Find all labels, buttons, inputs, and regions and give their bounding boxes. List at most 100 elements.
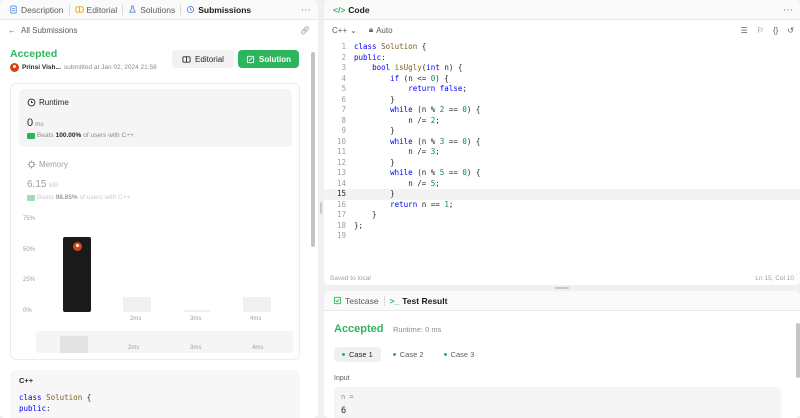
- code-line[interactable]: 13 while (n % 5 == 0) {: [324, 168, 800, 179]
- editor-actions: ☰ ⚐ {} ↺: [741, 20, 794, 40]
- code-line-text: }: [354, 126, 395, 135]
- code-footer: Saved to local Ln 15, Col 10: [324, 271, 800, 285]
- line-number: 7: [341, 105, 346, 114]
- input-var-value[interactable]: 6: [341, 406, 346, 416]
- line-number: 8: [341, 115, 346, 125]
- editorial-button[interactable]: Editorial: [172, 50, 234, 68]
- brush-tick-label: 3ms: [190, 345, 202, 351]
- line-number: 4: [341, 73, 346, 83]
- tab-solutions[interactable]: Solutions: [123, 0, 180, 20]
- code-line[interactable]: 14 n /= 5;: [324, 179, 800, 190]
- tab-test-result[interactable]: >_ Test Result: [385, 291, 453, 311]
- code-line-text: }: [354, 210, 377, 219]
- code-brackets-icon: </>: [333, 4, 346, 15]
- code-line[interactable]: 15 }: [324, 189, 800, 200]
- chart-bar[interactable]: [183, 309, 211, 312]
- code-line[interactable]: 16 return n == 1;: [324, 200, 800, 211]
- auto-mode-toggle[interactable]: 🔒︎ Auto: [369, 25, 393, 35]
- code-line[interactable]: 17 }: [324, 210, 800, 221]
- line-number: 1: [341, 42, 346, 51]
- test-tabbar: Testcase >_ Test Result: [324, 291, 800, 311]
- case-tab-1[interactable]: Case 1: [334, 347, 381, 362]
- code-line[interactable]: 11 n /= 3;: [324, 147, 800, 158]
- code-tabbar: </> Code ⋯: [324, 0, 800, 20]
- code-line[interactable]: 18};: [324, 221, 800, 232]
- code-line-text: }: [354, 189, 395, 198]
- code-line[interactable]: 7 while (n % 2 == 0) {: [324, 105, 800, 116]
- code-line-text: while (n % 3 == 0) {: [390, 136, 481, 146]
- pass-dot-icon: [392, 353, 396, 356]
- trophy-icon: [27, 194, 35, 201]
- code-line[interactable]: 19: [324, 231, 800, 242]
- pass-dot-icon: [342, 353, 345, 356]
- code-line[interactable]: 9 }: [324, 126, 800, 137]
- app-root: Description Editorial Solutions Submissi…: [0, 0, 800, 418]
- auto-mode-label: Auto: [376, 25, 393, 35]
- more-options-icon[interactable]: ⋯: [301, 0, 312, 20]
- tab-testcase[interactable]: Testcase: [328, 291, 384, 311]
- code-line[interactable]: 4 if (n <= 0) {: [324, 74, 800, 85]
- line-number: 11: [336, 147, 346, 156]
- runtime-distribution-chart[interactable]: 75% 50% 25% 0% 2ms 3ms 4ms 2ms 3ms 4ms: [11, 214, 301, 359]
- more-options-icon[interactable]: ⋯: [783, 0, 794, 20]
- line-number: 3: [341, 63, 346, 72]
- case-tab-2[interactable]: Case 2: [385, 347, 432, 362]
- code-line[interactable]: 12 }: [324, 158, 800, 169]
- reset-icon[interactable]: ↺: [787, 26, 794, 35]
- left-panel-scrollbar[interactable]: [311, 52, 315, 247]
- solution-button[interactable]: Solution: [238, 50, 299, 68]
- code-line[interactable]: 8 n /= 2;: [324, 116, 800, 127]
- language-select[interactable]: C++ ⌄: [328, 26, 361, 35]
- link-icon[interactable]: 🔗︎: [300, 26, 310, 35]
- tab-editorial[interactable]: Editorial: [70, 0, 123, 20]
- memory-stat[interactable]: Memory 6.15 MB Beats 98.85% of users with…: [27, 160, 130, 201]
- input-label: Input: [334, 375, 350, 382]
- history-icon: [187, 5, 195, 14]
- code-line[interactable]: 2 public:: [324, 53, 800, 64]
- submitted-code-card: C++ class Solution { public:: [10, 370, 300, 418]
- code-line[interactable]: 5 return false;: [324, 84, 800, 95]
- code-keyword: class: [19, 393, 42, 402]
- chart-range-brush[interactable]: 2ms 3ms 4ms: [36, 331, 293, 353]
- test-panel-scrollbar[interactable]: [796, 323, 800, 378]
- code-editor[interactable]: 1 class Solution {2 public: 3 bool isUgly(i…: [324, 42, 800, 242]
- code-line-text: n /= 3;: [408, 147, 440, 156]
- tab-description[interactable]: Description: [4, 0, 69, 20]
- x-tick-label: 4ms: [250, 316, 262, 322]
- braces-icon[interactable]: {}: [773, 26, 778, 35]
- back-link-label: All Submissions: [21, 25, 78, 35]
- y-tick-label: 25%: [23, 277, 36, 284]
- tab-submissions[interactable]: Submissions: [181, 0, 256, 20]
- back-to-submissions[interactable]: ← All Submissions 🔗︎: [0, 20, 318, 40]
- test-result-status: Accepted: [334, 323, 384, 335]
- book-icon: [182, 55, 191, 63]
- code-line[interactable]: 3 bool isUgly(int n) {: [324, 63, 800, 74]
- description-panel: Description Editorial Solutions Submissi…: [0, 0, 318, 418]
- case-tab-3[interactable]: Case 3: [436, 347, 483, 362]
- book-icon: [74, 6, 84, 13]
- chart-bar[interactable]: [123, 297, 151, 312]
- bookmark-icon[interactable]: ⚐: [757, 26, 764, 35]
- code-toolbar: C++ ⌄ 🔒︎ Auto ☰ ⚐ {} ↺: [324, 20, 800, 40]
- chart-bar[interactable]: [243, 297, 271, 312]
- tab-description-label: Description: [21, 4, 64, 15]
- code-line[interactable]: 6 }: [324, 95, 800, 106]
- brush-selection-handle[interactable]: [60, 336, 88, 353]
- tab-testcase-label: Testcase: [345, 295, 379, 306]
- x-tick-label: 3ms: [190, 316, 202, 322]
- code-line-text: while (n % 5 == 0) {: [390, 168, 481, 177]
- runtime-stat[interactable]: Runtime 0 ms Beats 100.00% of users with …: [19, 89, 292, 147]
- author-name[interactable]: Prinsi Vish...: [22, 64, 61, 71]
- test-panel: Testcase >_ Test Result Accepted Runtime…: [324, 291, 800, 418]
- y-tick-label: 50%: [23, 246, 36, 253]
- line-number: 6: [341, 94, 346, 104]
- avatar[interactable]: [10, 63, 19, 72]
- code-line[interactable]: 10 while (n % 3 == 0) {: [324, 137, 800, 148]
- your-submission-avatar-icon: [72, 242, 82, 252]
- format-icon[interactable]: ☰: [741, 26, 748, 35]
- code-line[interactable]: 1 class Solution {: [324, 42, 800, 53]
- tab-code[interactable]: </> Code: [328, 0, 375, 20]
- submitted-code-preview[interactable]: class Solution { public:: [19, 392, 91, 414]
- code-line-text: n /= 5;: [408, 178, 440, 188]
- cursor-position: Ln 15, Col 10: [755, 274, 794, 282]
